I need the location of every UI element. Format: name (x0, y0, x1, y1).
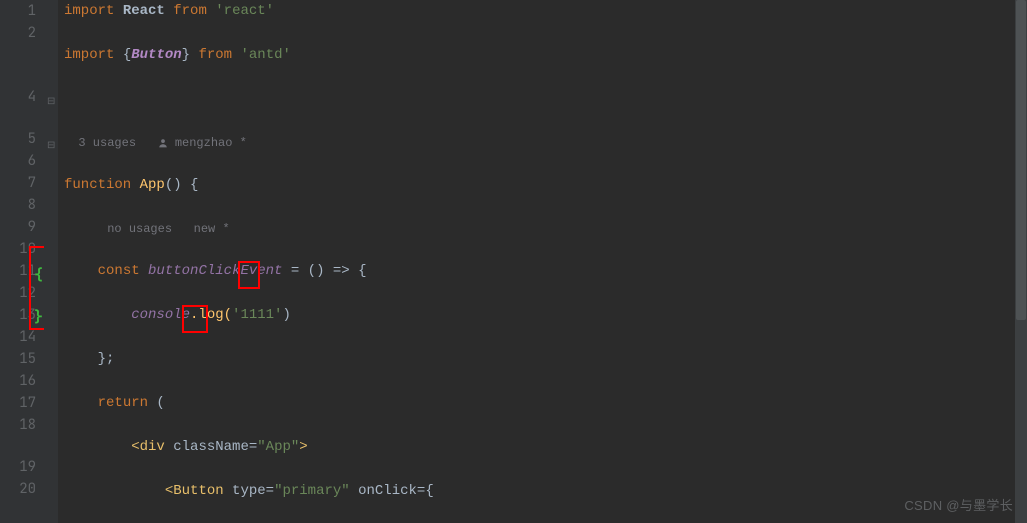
highlight-box-code (238, 261, 260, 289)
code-line: }; (64, 348, 1027, 370)
ln: 20 (0, 478, 44, 500)
brace-close-icon: } (34, 306, 43, 328)
code-line: <Button type="primary" onClick={ (64, 480, 1027, 502)
ln: 4 (0, 86, 44, 108)
inlay-hint: 3 usages mengzhao * (64, 132, 1027, 152)
ln: 2 (0, 22, 44, 44)
ln: 15 (0, 348, 44, 370)
code-line: function App() { (64, 174, 1027, 196)
ln: 6 (0, 150, 44, 172)
ln: 7 (0, 172, 44, 194)
fold-toggle-icon[interactable]: ⊟ (47, 90, 55, 112)
code-line: import React from 'react' (64, 0, 1027, 22)
ln (0, 44, 44, 66)
ln: 1 (0, 0, 44, 22)
code-line: return ( (64, 392, 1027, 414)
ln: 8 (0, 194, 44, 216)
ln: 18 (0, 414, 44, 436)
code-line: console.log('1111') (64, 304, 1027, 326)
ln: 5 (0, 128, 44, 150)
ln: 16 (0, 370, 44, 392)
scrollbar-thumb[interactable] (1016, 0, 1026, 320)
watermark: CSDN @与墨学长 (904, 495, 1013, 517)
ln: 19 (0, 456, 44, 478)
code-editor[interactable]: 1 2 4 5 6 7 8 9 10 11 12 13 14 15 16 17 … (0, 0, 1027, 523)
code-line: <div className="App"> (64, 436, 1027, 458)
highlight-box-code (182, 305, 208, 333)
scrollbar-track[interactable] (1015, 0, 1027, 523)
fold-toggle-icon[interactable]: ⊟ (47, 134, 55, 156)
ln: 9 (0, 216, 44, 238)
brace-open-icon: { (34, 264, 43, 286)
code-line: import {Button} from 'antd' (64, 44, 1027, 66)
inlay-hint: no usages new * (64, 218, 1027, 238)
fold-strip: ⊟ ⊟ (44, 0, 58, 523)
ln: 17 (0, 392, 44, 414)
user-icon (158, 138, 168, 148)
line-number-gutter: 1 2 4 5 6 7 8 9 10 11 12 13 14 15 16 17 … (0, 0, 44, 523)
code-area[interactable]: import React from 'react' import {Button… (58, 0, 1027, 523)
code-line: const buttonClickEvent = () => { (64, 260, 1027, 282)
